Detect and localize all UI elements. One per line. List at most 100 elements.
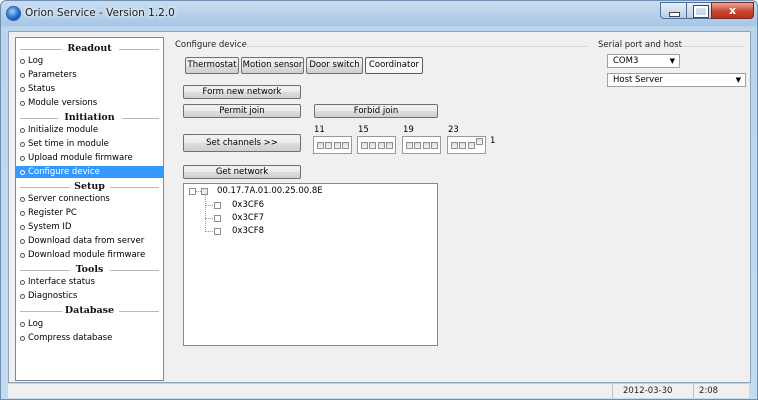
sidebar-item-set-time[interactable]: Set time in module — [16, 138, 163, 150]
section-title-setup: Setup — [74, 181, 105, 192]
sidebar-item-label: Upload module firmware — [28, 153, 133, 163]
sidebar-item-label: System ID — [28, 222, 72, 232]
channel-checkbox[interactable] — [423, 142, 430, 149]
form-new-network-button[interactable]: Form new network — [183, 85, 301, 99]
divider — [612, 384, 613, 398]
maximize-icon — [693, 5, 709, 18]
com-port-select[interactable]: COM3 ▼ — [607, 54, 680, 68]
bullet-icon — [20, 294, 25, 299]
close-icon: x — [728, 4, 737, 17]
bullet-icon — [20, 101, 25, 106]
tab-coordinator[interactable]: Coordinator — [365, 57, 423, 74]
sidebar-item-label: Diagnostics — [28, 291, 78, 301]
sidebar-item-module-versions[interactable]: Module versions — [16, 97, 163, 109]
collapse-icon[interactable] — [189, 188, 196, 195]
channel-checkbox[interactable] — [342, 142, 349, 149]
title-bar[interactable]: Orion Service - Version 1.2.0 x — [1, 1, 757, 27]
sidebar-item-label: Initialize module — [28, 125, 99, 135]
bullet-icon — [20, 59, 25, 64]
host-select[interactable]: Host Server ▼ — [607, 73, 746, 87]
permit-join-button[interactable]: Permit join — [183, 104, 301, 118]
channel-checkbox[interactable] — [451, 142, 458, 149]
divider — [245, 46, 588, 47]
status-bar: 2012-03-30 2:08 — [8, 383, 749, 398]
sidebar-item-server-connections[interactable]: Server connections — [16, 193, 163, 205]
sidebar-item-log[interactable]: Log — [16, 55, 163, 67]
sidebar-item-interface-status[interactable]: Interface status — [16, 276, 163, 288]
sidebar-item-diagnostics[interactable]: Diagnostics — [16, 290, 163, 302]
sidebar-item-download-data[interactable]: Download data from server — [16, 235, 163, 247]
maximize-button[interactable] — [686, 2, 712, 19]
network-tree[interactable]: 00.17.7A.01.00.25.00.8E 0x3CF6 0x3CF7 0x… — [183, 183, 438, 346]
channel-checkbox[interactable] — [386, 142, 393, 149]
sidebar-item-status[interactable]: Status — [16, 83, 163, 95]
sidebar-item-upload-firmware[interactable]: Upload module firmware — [16, 152, 163, 164]
sidebar-item-label: Status — [28, 84, 56, 94]
channel-checkbox[interactable] — [369, 142, 376, 149]
channel-checkbox[interactable] — [378, 142, 385, 149]
get-network-button[interactable]: Get network — [183, 165, 301, 179]
sidebar-item-label: Log — [28, 319, 44, 329]
channel-checkbox[interactable] — [459, 142, 466, 149]
channel-label-19: 19 — [403, 125, 414, 135]
sidebar-item-download-firmware[interactable]: Download module firmware — [16, 249, 163, 261]
node-checkbox[interactable] — [214, 228, 221, 235]
tree-connector — [205, 195, 206, 232]
channel-checkbox[interactable] — [406, 142, 413, 149]
status-time: 2:08 — [699, 386, 719, 396]
node-checkbox[interactable] — [201, 188, 208, 195]
section-title-readout: Readout — [67, 43, 112, 54]
node-checkbox[interactable] — [214, 202, 221, 209]
divider — [683, 46, 745, 47]
sidebar-item-label: Configure device — [28, 167, 100, 177]
bullet-icon — [20, 197, 25, 202]
channel-checkbox[interactable] — [468, 142, 475, 149]
bullet-icon — [20, 73, 25, 78]
channel-checkbox[interactable] — [317, 142, 324, 149]
tab-motion-sensor[interactable]: Motion sensor — [241, 57, 304, 74]
minimize-icon — [669, 12, 680, 17]
set-channels-button[interactable]: Set channels >> — [183, 134, 301, 152]
sidebar-item-system-id[interactable]: System ID — [16, 221, 163, 233]
sidebar-item-label: Log — [28, 56, 44, 66]
channel-end-label: 1 — [490, 136, 496, 146]
sidebar-item-initialize-module[interactable]: Initialize module — [16, 124, 163, 136]
sidebar-item-label: Server connections — [28, 194, 110, 204]
channel-label-11: 11 — [314, 125, 325, 135]
divider — [693, 384, 694, 398]
sidebar-item-label: Parameters — [28, 70, 77, 80]
channel-checkbox[interactable] — [431, 142, 438, 149]
channel-checkbox[interactable] — [414, 142, 421, 149]
serial-group-label: Serial port and host — [596, 40, 684, 50]
channel-checkbox[interactable] — [334, 142, 341, 149]
bullet-icon — [20, 170, 25, 175]
com-port-value: COM3 — [613, 56, 639, 66]
bullet-icon — [20, 253, 25, 258]
channel-checkbox[interactable] — [476, 138, 483, 145]
channel-group-23 — [447, 136, 486, 154]
sidebar-item-compress-database[interactable]: Compress database — [16, 332, 163, 344]
close-button[interactable]: x — [711, 2, 754, 19]
chevron-down-icon: ▼ — [735, 76, 741, 84]
bullet-icon — [20, 156, 25, 161]
sidebar-item-configure-device[interactable]: Configure device — [16, 166, 163, 178]
sidebar: Readout Log Parameters Status Module ver… — [15, 37, 164, 381]
bullet-icon — [20, 225, 25, 230]
channel-checkbox[interactable] — [361, 142, 368, 149]
tree-child-label: 0x3CF6 — [232, 200, 265, 210]
section-title-database: Database — [64, 305, 115, 316]
channel-label-15: 15 — [358, 125, 369, 135]
forbid-join-button[interactable]: Forbid join — [314, 104, 438, 118]
bullet-icon — [20, 322, 25, 327]
channel-group-19 — [402, 136, 441, 154]
channel-checkbox[interactable] — [325, 142, 332, 149]
sidebar-item-label: Interface status — [28, 277, 95, 287]
tab-door-switch[interactable]: Door switch — [306, 57, 363, 74]
configure-device-group-label: Configure device — [173, 40, 249, 50]
minimize-button[interactable] — [660, 2, 687, 19]
tab-thermostat[interactable]: Thermostat — [185, 57, 239, 74]
sidebar-item-register-pc[interactable]: Register PC — [16, 207, 163, 219]
sidebar-item-parameters[interactable]: Parameters — [16, 69, 163, 81]
node-checkbox[interactable] — [214, 215, 221, 222]
sidebar-item-db-log[interactable]: Log — [16, 318, 163, 330]
